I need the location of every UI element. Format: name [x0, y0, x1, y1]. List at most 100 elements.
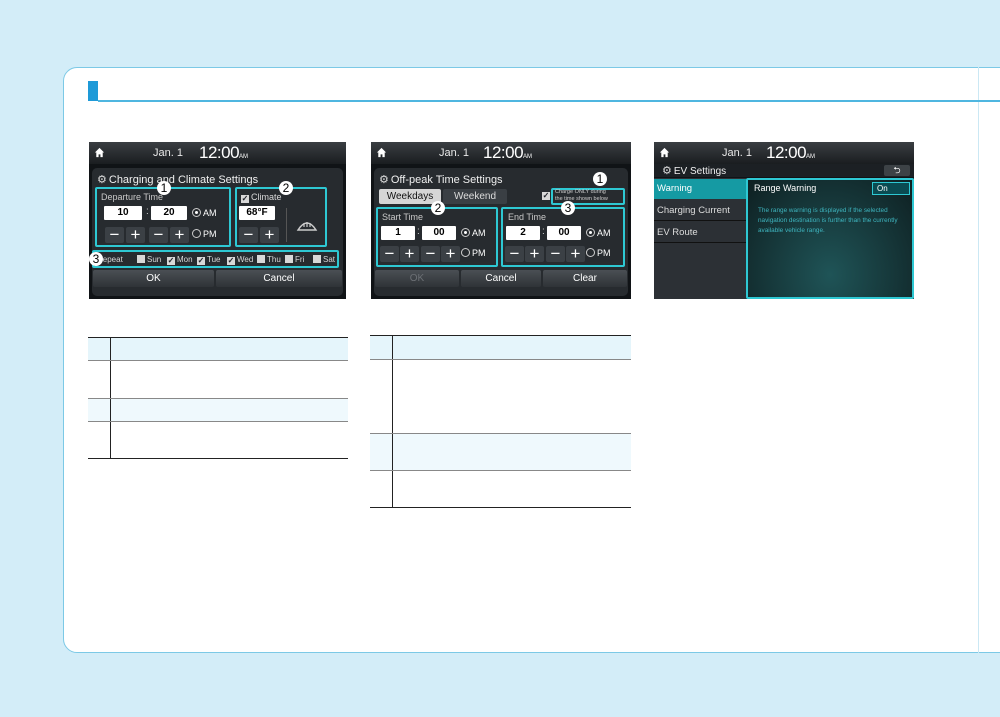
ok-button[interactable]: OK [93, 270, 214, 287]
status-bar: Jan. 1 12:00AM [371, 142, 631, 164]
tab-weekdays[interactable]: Weekdays [379, 189, 441, 204]
minute-plus-button[interactable]: + [170, 226, 189, 243]
end-pm-radio[interactable]: PM [586, 248, 611, 258]
day-checkbox-thu[interactable]: Thu [257, 255, 281, 264]
climate-checkbox[interactable]: ✓ Climate [241, 192, 282, 203]
section-header-rule [98, 100, 1000, 102]
departure-time-label: Departure Time [101, 192, 164, 202]
menu-item-ev-route[interactable]: EV Route [654, 222, 746, 243]
start-hour-value[interactable]: 1 [381, 226, 415, 240]
end-minute-value[interactable]: 00 [547, 226, 581, 240]
table-row [370, 359, 631, 433]
charge-only-checkbox[interactable]: ✓ [542, 192, 550, 200]
menu-item-warning[interactable]: Warning [654, 179, 746, 199]
back-button[interactable]: ⮌ [884, 165, 910, 176]
callout-3: 3 [89, 252, 103, 266]
back-arrow-icon: ⮌ [893, 165, 901, 175]
start-time-label: Start Time [382, 212, 424, 222]
status-date: Jan. 1 [153, 147, 183, 159]
description-table-1 [88, 337, 348, 459]
status-bar: Jan. 1 12:00AM [89, 142, 346, 164]
page-divider-line [978, 67, 979, 653]
status-time: 12:00AM [766, 143, 816, 162]
day-checkbox-fri[interactable]: Fri [285, 255, 304, 264]
day-checkbox-sun[interactable]: Sun [137, 255, 161, 264]
table-row [88, 398, 348, 421]
warning-detail-box [746, 178, 914, 299]
table-row [88, 360, 348, 398]
cancel-button[interactable]: Cancel [461, 270, 541, 287]
temp-plus-button[interactable]: + [260, 226, 279, 243]
clear-button[interactable]: Clear [543, 270, 627, 287]
minute-minus-button[interactable]: − [149, 226, 168, 243]
callout-1: 1 [157, 181, 171, 195]
day-checkbox-mon[interactable]: ✓ Mon [167, 255, 193, 265]
status-time: 12:00AM [483, 143, 533, 162]
table-row [370, 336, 631, 359]
table-row [88, 338, 348, 360]
time-colon: : [146, 206, 149, 217]
temperature-value[interactable]: 68°F [239, 206, 275, 220]
range-warning-label: Range Warning [754, 183, 817, 193]
table-row [370, 433, 631, 470]
description-table-2 [370, 335, 631, 508]
screen-title: ⚙ EV Settings [662, 165, 727, 177]
end-am-radio[interactable]: AM [586, 228, 611, 238]
gear-icon: ⚙ [379, 174, 389, 186]
menu-item-charging-current[interactable]: Charging Current [654, 200, 746, 221]
hour-value[interactable]: 10 [104, 206, 142, 220]
start-am-radio[interactable]: AM [461, 228, 486, 238]
end-hour-minus-button[interactable]: − [505, 245, 524, 262]
time-colon: : [417, 226, 420, 237]
callout-2: 2 [431, 201, 445, 215]
start-hour-minus-button[interactable]: − [380, 245, 399, 262]
defrost-icon[interactable] [296, 214, 318, 234]
day-checkbox-sat[interactable]: Sat [313, 255, 335, 264]
charging-climate-screen: Jan. 1 12:00AM ⚙ Charging and Climate Set… [89, 142, 346, 299]
start-minute-minus-button[interactable]: − [421, 245, 440, 262]
range-warning-toggle[interactable]: On [872, 182, 910, 195]
end-hour-value[interactable]: 2 [506, 226, 540, 240]
status-time: 12:00AM [199, 143, 249, 162]
am-radio[interactable]: AM [192, 208, 217, 218]
screen-title: ⚙ Charging and Climate Settings [97, 174, 259, 186]
screen-title: ⚙ Off-peak Time Settings [379, 174, 503, 186]
hour-plus-button[interactable]: + [126, 226, 145, 243]
end-time-label: End Time [508, 212, 547, 222]
charge-only-label: Charge ONLY during the time shown below [555, 189, 608, 202]
start-hour-plus-button[interactable]: + [400, 245, 419, 262]
table-row [88, 421, 348, 458]
gear-icon: ⚙ [662, 165, 672, 177]
hour-minus-button[interactable]: − [105, 226, 124, 243]
pm-radio[interactable]: PM [192, 229, 217, 239]
minute-value[interactable]: 20 [151, 206, 187, 220]
table-row [370, 470, 631, 507]
section-header-marker [88, 81, 98, 101]
time-colon: : [542, 226, 545, 237]
status-date: Jan. 1 [722, 147, 752, 159]
start-pm-radio[interactable]: PM [461, 248, 486, 258]
start-minute-value[interactable]: 00 [422, 226, 456, 240]
callout-3: 3 [561, 201, 575, 215]
day-checkbox-wed[interactable]: ✓ Wed [227, 255, 253, 265]
ok-button[interactable]: OK [375, 270, 459, 287]
home-icon[interactable] [659, 147, 670, 158]
home-icon[interactable] [376, 147, 387, 158]
callout-1: 1 [593, 172, 607, 186]
gear-icon: ⚙ [97, 174, 107, 186]
status-date: Jan. 1 [439, 147, 469, 159]
temp-minus-button[interactable]: − [239, 226, 258, 243]
end-minute-minus-button[interactable]: − [546, 245, 565, 262]
day-checkbox-tue[interactable]: ✓ Tue [197, 255, 221, 265]
start-minute-plus-button[interactable]: + [441, 245, 460, 262]
home-icon[interactable] [94, 147, 105, 158]
tab-weekend[interactable]: Weekend [443, 189, 507, 204]
status-bar: Jan. 1 12:00AM [654, 142, 914, 164]
end-hour-plus-button[interactable]: + [525, 245, 544, 262]
callout-2: 2 [279, 181, 293, 195]
off-peak-screen: Jan. 1 12:00AM ⚙ Off-peak Time Settings W… [371, 142, 631, 299]
cancel-button[interactable]: Cancel [216, 270, 342, 287]
ev-settings-screen: Jan. 1 12:00AM ⚙ EV Settings ⮌ Warning Ch… [654, 142, 914, 299]
range-warning-description: The range warning is displayed if the se… [758, 207, 898, 234]
end-minute-plus-button[interactable]: + [566, 245, 585, 262]
